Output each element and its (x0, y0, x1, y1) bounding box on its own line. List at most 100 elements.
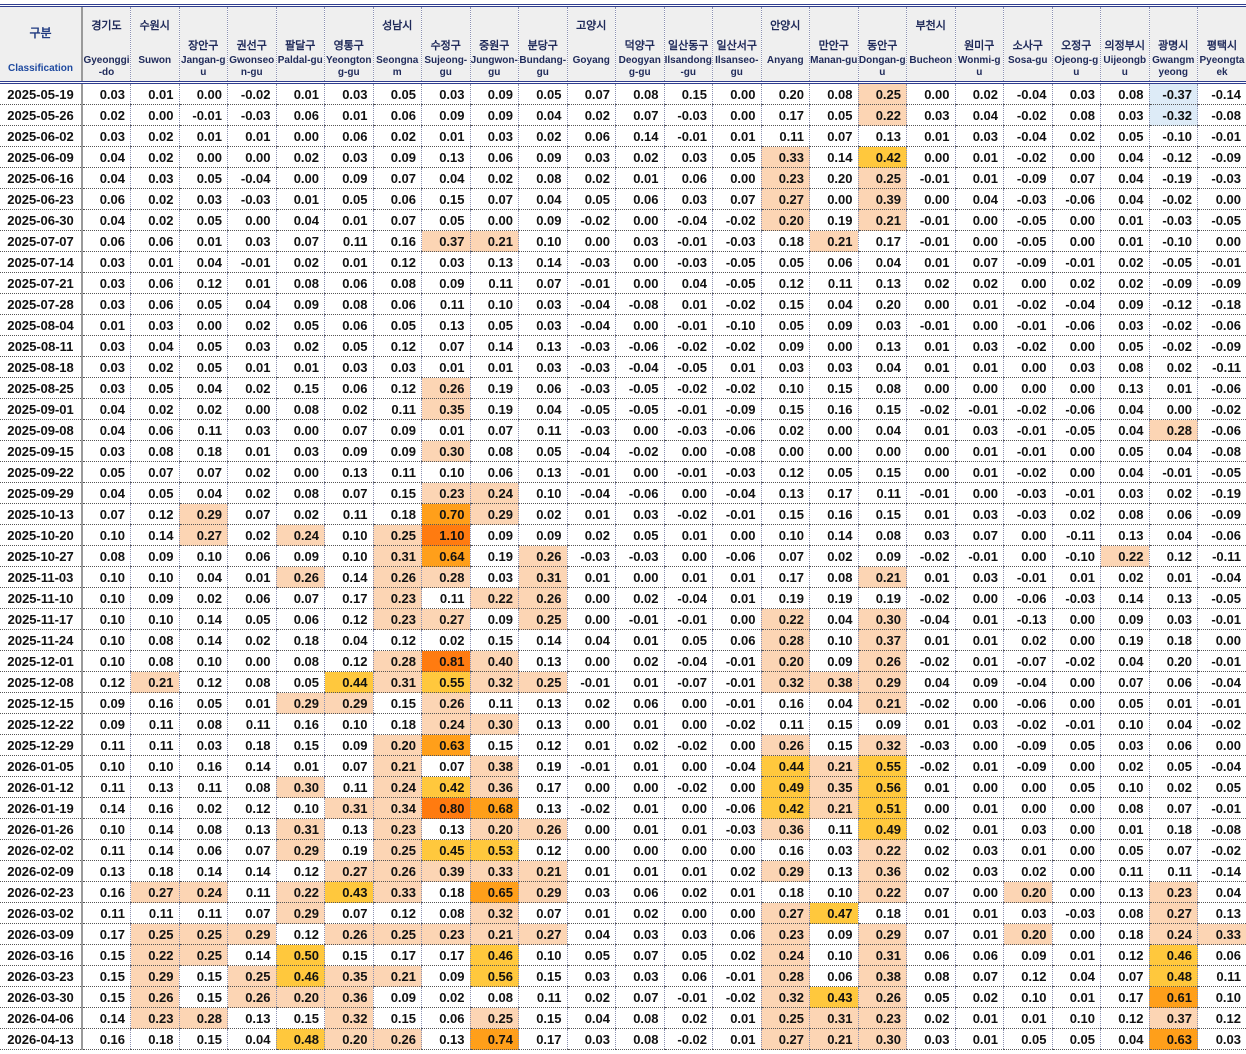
table-cell: 0.03 (275, 440, 325, 462)
table-cell: 0.15 (81, 965, 131, 987)
table-cell: -0.05 (663, 356, 713, 378)
table-cell: 0.06 (615, 881, 664, 903)
table-cell: 0.01 (227, 356, 276, 378)
table-row: 2025-10-27 0.08 0.09 0.10 0.06 0.09 0.10 0.31 0.… (0, 545, 1246, 567)
table-cell: 0.23 (372, 608, 422, 630)
table-cell: 0.17 (760, 104, 810, 126)
table-cell: 0.01 (954, 440, 1004, 462)
table-cell: 0.17 (518, 1028, 567, 1050)
table-cell: 0.01 (663, 293, 713, 315)
table-cell: 0.29 (178, 503, 228, 525)
table-cell: 0.01 (954, 608, 1004, 630)
table-cell: 0.25 (372, 839, 422, 861)
table-cell: 0.01 (663, 818, 713, 840)
table-cell: 0.05 (227, 608, 276, 630)
table-cell: -0.01 (566, 272, 616, 294)
table-cell: 0.06 (324, 377, 373, 399)
table-cell: 0.11 (469, 692, 519, 714)
table-row: 2026-03-09 0.17 0.25 0.25 0.29 0.12 0.26 0.25 0.… (0, 923, 1246, 945)
table-cell: 0.12 (178, 671, 228, 693)
table-cell: 0.03 (518, 293, 567, 315)
table-cell: -0.01 (906, 167, 955, 189)
table-cell: 0.14 (81, 1007, 131, 1029)
table-cell: -0.05 (1148, 251, 1198, 273)
table-cell: 0.29 (275, 902, 325, 924)
table-cell: -0.03 (663, 419, 713, 441)
table-cell: 0.02 (566, 692, 616, 714)
table-cell: -0.10 (1148, 125, 1198, 147)
table-cell: 0.02 (1003, 629, 1052, 651)
table-cell: 0.03 (663, 146, 713, 168)
table-cell: 0.08 (324, 293, 373, 315)
table-cell: 0.04 (954, 188, 1004, 210)
table-cell: 0.08 (809, 82, 858, 105)
table-cell: 0.01 (906, 356, 955, 378)
table-cell: 0.09 (275, 545, 325, 567)
table-cell: 0.24 (469, 482, 519, 504)
table-cell: 0.09 (81, 692, 131, 714)
table-cell: 0.00 (857, 440, 907, 462)
column-header-en: Anyang (766, 55, 804, 66)
table-cell: 0.01 (906, 902, 955, 924)
column-header: 일산동구 Ilsandong-gu (663, 7, 713, 84)
column-header-ko: 광명시 (1158, 40, 1189, 52)
table-cell: 0.00 (712, 608, 761, 630)
table-cell: 0.00 (615, 776, 664, 798)
table-cell: 0.01 (906, 713, 955, 735)
table-row: 2025-07-28 0.03 0.06 0.05 0.04 0.09 0.08 0.06 0.… (0, 293, 1246, 315)
table-cell: 0.02 (1100, 755, 1149, 777)
table-cell: 0.03 (954, 419, 1004, 441)
table-cell: 0.04 (1148, 524, 1198, 546)
table-cell: -0.06 (1003, 587, 1052, 609)
table-cell: 0.00 (615, 314, 664, 336)
table-cell: 0.33 (372, 881, 422, 903)
table-cell: 0.04 (857, 356, 907, 378)
row-date: 2025-08-11 (0, 335, 83, 357)
table-cell: 0.28 (760, 629, 810, 651)
row-date: 2025-07-21 (0, 272, 83, 294)
table-cell: 0.02 (130, 209, 179, 231)
table-cell: 0.00 (663, 902, 713, 924)
table-cell: 0.15 (760, 398, 810, 420)
table-cell: 0.01 (906, 419, 955, 441)
table-cell: 0.02 (227, 314, 276, 336)
table-cell: 0.03 (518, 314, 567, 336)
table-row: 2026-01-12 0.11 0.13 0.11 0.08 0.30 0.11 0.24 0.… (0, 776, 1246, 798)
table-cell: 0.00 (712, 104, 761, 126)
table-cell: 0.26 (275, 566, 325, 588)
table-cell: 0.24 (372, 776, 422, 798)
table-cell: -0.02 (1148, 314, 1198, 336)
table-cell: -0.03 (1003, 188, 1052, 210)
table-cell: 0.18 (1148, 629, 1198, 651)
table-cell: 0.15 (518, 1007, 567, 1029)
table-cell: -0.02 (1003, 293, 1052, 315)
table-cell: 0.21 (809, 1028, 858, 1050)
table-cell: 0.09 (809, 650, 858, 672)
table-cell: 0.22 (857, 839, 907, 861)
table-cell: 0.01 (954, 146, 1004, 168)
table-cell: 0.10 (178, 650, 228, 672)
table-cell: 0.04 (566, 629, 616, 651)
table-cell: -0.02 (1197, 398, 1246, 420)
table-cell: 0.04 (324, 629, 373, 651)
table-cell: 0.11 (760, 713, 810, 735)
table-cell: 0.13 (857, 125, 907, 147)
table-cell: 0.07 (81, 503, 131, 525)
table-cell: 0.11 (178, 776, 228, 798)
table-cell: 0.35 (324, 965, 373, 987)
table-cell: 0.29 (857, 923, 907, 945)
table-cell: 0.14 (178, 608, 228, 630)
table-cell: 0.03 (227, 335, 276, 357)
table-cell: -0.01 (1197, 797, 1246, 819)
table-cell: -0.02 (663, 1028, 713, 1050)
table-row: 2025-12-01 0.10 0.08 0.10 0.00 0.08 0.12 0.28 0.… (0, 650, 1246, 672)
table-cell: 0.01 (1148, 692, 1198, 714)
table-cell: 0.00 (1051, 692, 1101, 714)
table-cell: 0.19 (324, 839, 373, 861)
table-row: 2026-01-19 0.14 0.16 0.02 0.12 0.10 0.31 0.34 0.… (0, 797, 1246, 819)
table-cell: 0.11 (1148, 860, 1198, 882)
table-cell: -0.04 (1003, 671, 1052, 693)
table-cell: 0.02 (275, 335, 325, 357)
table-cell: 0.05 (1051, 734, 1101, 756)
table-cell: 0.01 (81, 314, 131, 336)
